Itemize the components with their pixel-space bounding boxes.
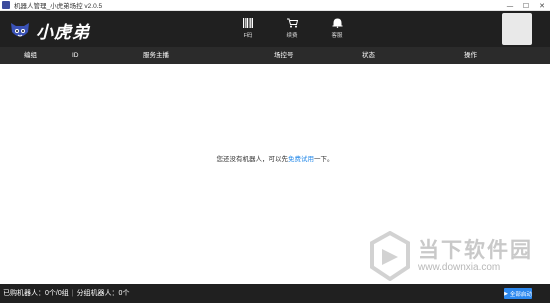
app-logo: 小虎弟	[8, 17, 90, 43]
purchased-count: 已购机器人：0个/0组	[3, 290, 69, 297]
free-trial-link[interactable]: 免费试用	[288, 156, 314, 163]
logo-text: 小虎弟	[36, 22, 90, 43]
status-bar: 已购机器人：0个/0组 | 分组机器人：0个 ▶ 全部启动	[0, 284, 550, 303]
column-status: 状态	[362, 52, 375, 59]
window-controls: — ☐ ✕	[502, 0, 550, 11]
status-separator: |	[71, 290, 74, 297]
play-icon: ▶	[504, 290, 508, 297]
empty-state-prefix: 您还没有机器人，可以先	[216, 156, 289, 163]
column-controller: 场控号	[274, 52, 294, 59]
start-all-label: 全部启动	[509, 291, 532, 298]
empty-state-message: 您还没有机器人，可以先免费试用一下。	[0, 153, 550, 163]
nav-label: 客服	[331, 33, 343, 39]
nav-renew[interactable]: 续费	[277, 18, 307, 39]
robot-counts: 已购机器人：0个/0组 | 分组机器人：0个	[3, 284, 129, 303]
app-icon	[2, 1, 10, 9]
empty-state-suffix: 一下。	[314, 156, 334, 163]
column-actions: 操作	[464, 52, 477, 59]
nav-label: 续费	[286, 33, 298, 39]
watermark: 当下软件园 www.downxia.com	[368, 228, 548, 284]
title-bar: 机器人管理_小虎弟场控 v2.0.5 — ☐ ✕	[0, 0, 550, 11]
nav-fcode[interactable]: F码	[233, 18, 263, 39]
close-button[interactable]: ✕	[534, 0, 550, 11]
avatar[interactable]	[502, 13, 532, 45]
barcode-icon	[243, 18, 253, 28]
nav-support[interactable]: 客服	[322, 18, 352, 39]
assigned-count: 分组机器人：0个	[76, 290, 130, 297]
minimize-button[interactable]: —	[502, 0, 518, 11]
bell-service-icon	[332, 18, 342, 28]
maximize-button[interactable]: ☐	[518, 0, 534, 11]
column-group: 编组	[24, 52, 37, 59]
window-title: 机器人管理_小虎弟场控 v2.0.5	[14, 3, 103, 10]
app-header: 小虎弟 F码 续费 客服	[0, 11, 550, 47]
watermark-logo-icon	[370, 231, 410, 281]
table-header: 编组 ID 服务主播 场控号 状态 操作	[0, 47, 550, 64]
watermark-url: www.downxia.com	[418, 262, 501, 273]
column-id: ID	[72, 52, 79, 59]
start-all-button[interactable]: ▶ 全部启动	[504, 288, 532, 299]
nav-label: F码	[243, 33, 253, 39]
column-host: 服务主播	[143, 52, 169, 59]
cart-icon	[286, 18, 298, 28]
watermark-text: 当下软件园	[418, 238, 533, 262]
tiger-logo-icon	[11, 23, 29, 37]
